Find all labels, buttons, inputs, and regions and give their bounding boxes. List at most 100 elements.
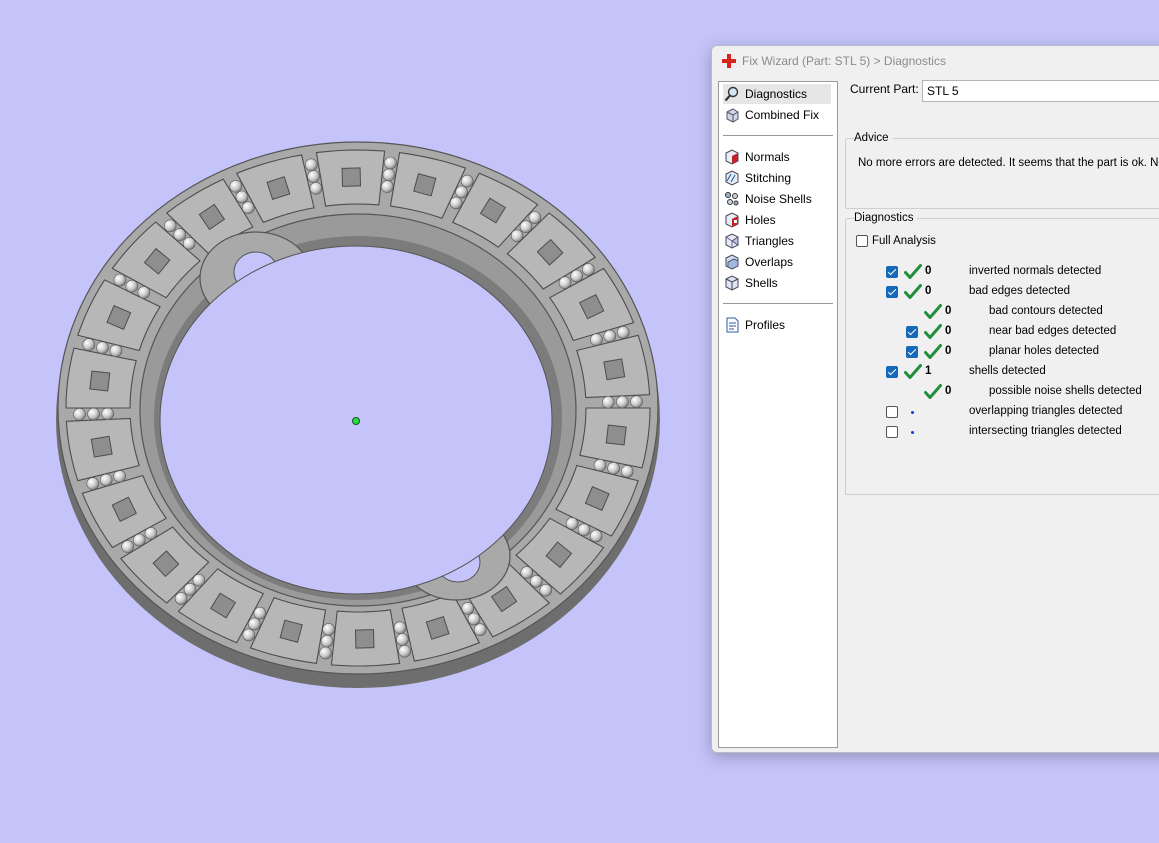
diagnostic-checkbox[interactable]: [886, 426, 898, 438]
bead: [109, 344, 123, 358]
stitching-icon: [723, 169, 741, 187]
ring-model: [56, 141, 660, 688]
3d-viewport[interactable]: [0, 0, 700, 843]
nav-item-label: Stitching: [745, 171, 792, 185]
triangles-icon: [723, 232, 741, 250]
bead: [86, 477, 100, 490]
diagnostic-label: shells detected: [969, 365, 1046, 377]
nav-item-combined-fix[interactable]: Combined Fix: [723, 105, 819, 125]
diagnostic-checkbox[interactable]: [906, 346, 918, 358]
pending-dot-icon: [911, 431, 914, 434]
green-check-icon: [924, 344, 942, 360]
bead: [320, 634, 334, 648]
nav-item-normals[interactable]: Normals: [723, 147, 790, 167]
green-check-icon: [904, 284, 922, 300]
nav-item-label: Noise Shells: [745, 192, 812, 206]
bead: [590, 333, 603, 347]
nav-divider: [723, 303, 833, 304]
bead: [319, 646, 332, 660]
nav-item-overlaps[interactable]: Overlaps: [723, 252, 793, 272]
diagnostic-checkbox[interactable]: [906, 326, 918, 338]
diagnostic-label: bad contours detected: [989, 305, 1103, 317]
bead: [539, 583, 553, 597]
nav-item-profiles[interactable]: Profiles: [723, 315, 785, 335]
normals-icon: [723, 148, 741, 166]
diagnostic-label: inverted normals detected: [969, 265, 1102, 277]
diagnostic-label: bad edges detected: [969, 285, 1071, 297]
bead: [322, 623, 336, 636]
nav-item-shells[interactable]: Shells: [723, 273, 778, 293]
bead: [304, 158, 318, 172]
diagnostic-checkbox[interactable]: [886, 406, 898, 418]
current-part-label: Current Part:: [850, 82, 919, 96]
bead: [616, 326, 630, 339]
nav-item-holes[interactable]: Holes: [723, 210, 776, 230]
bead: [121, 540, 134, 553]
bead: [99, 473, 113, 487]
diagnostic-count: 0: [945, 385, 952, 397]
meander-hook: [279, 619, 303, 643]
magnifier-icon: [723, 85, 741, 103]
bead: [174, 592, 188, 605]
full-analysis-checkbox[interactable]: [856, 235, 868, 247]
window-title: Fix Wizard (Part: STL 5) > Diagnostics: [742, 54, 946, 68]
bead: [461, 601, 475, 615]
green-check-icon: [904, 364, 922, 380]
nav-item-label: Holes: [745, 213, 776, 227]
bead: [253, 606, 267, 620]
meander-hook: [413, 173, 437, 197]
advice-group: Advice No more errors are detected. It s…: [845, 132, 1159, 209]
noise-shells-icon: [723, 190, 741, 208]
bead: [307, 170, 320, 183]
shells-icon: [723, 274, 741, 292]
bead: [601, 395, 615, 409]
diagnostic-label: near bad edges detected: [989, 325, 1117, 337]
diagnostic-label: intersecting triangles detected: [969, 425, 1122, 437]
bead: [125, 279, 139, 293]
green-check-icon: [924, 304, 942, 320]
pending-dot-icon: [911, 411, 914, 414]
diagnostic-checkbox[interactable]: [886, 286, 898, 298]
nav-item-diagnostics[interactable]: Diagnostics: [723, 84, 831, 104]
bead: [398, 644, 412, 658]
bead: [396, 633, 409, 646]
bead: [101, 407, 114, 421]
meander-hook: [605, 424, 627, 446]
nav-item-stitching[interactable]: Stitching: [723, 168, 791, 188]
meander-hook: [341, 167, 362, 187]
bead: [620, 465, 634, 478]
bead: [473, 623, 487, 637]
holes-icon: [723, 211, 741, 229]
bead: [582, 263, 595, 276]
bead: [384, 156, 397, 170]
diagnostic-label: overlapping triangles detected: [969, 405, 1123, 417]
diagnostic-count: 0: [945, 325, 952, 337]
nav-item-triangles[interactable]: Triangles: [723, 231, 794, 251]
meander-hook: [89, 370, 111, 392]
meander-hook: [603, 358, 626, 381]
nav-item-label: Combined Fix: [745, 108, 820, 122]
bead: [630, 395, 643, 409]
current-part-field[interactable]: STL 5: [922, 80, 1159, 102]
bead: [309, 182, 323, 195]
nav-item-label: Profiles: [745, 318, 786, 332]
diagnostic-checkbox[interactable]: [886, 266, 898, 278]
bead: [87, 407, 100, 421]
bead: [467, 612, 481, 626]
diagnostic-count: 0: [925, 265, 932, 277]
nav-item-label: Triangles: [745, 234, 794, 248]
bead: [593, 458, 607, 472]
bead: [113, 273, 127, 287]
diagnostic-label: planar holes detected: [989, 345, 1099, 357]
green-check-icon: [924, 384, 942, 400]
nav-item-label: Shells: [745, 276, 778, 290]
nav-item-label: Diagnostics: [745, 87, 808, 101]
green-check-icon: [904, 264, 922, 280]
cube-wizard-icon: [723, 106, 741, 124]
bead: [82, 338, 96, 351]
nav-item-noise-shells[interactable]: Noise Shells: [723, 189, 812, 209]
bead: [528, 211, 542, 224]
profiles-icon: [723, 316, 741, 334]
diagnostic-checkbox[interactable]: [886, 366, 898, 378]
bead: [163, 219, 177, 233]
